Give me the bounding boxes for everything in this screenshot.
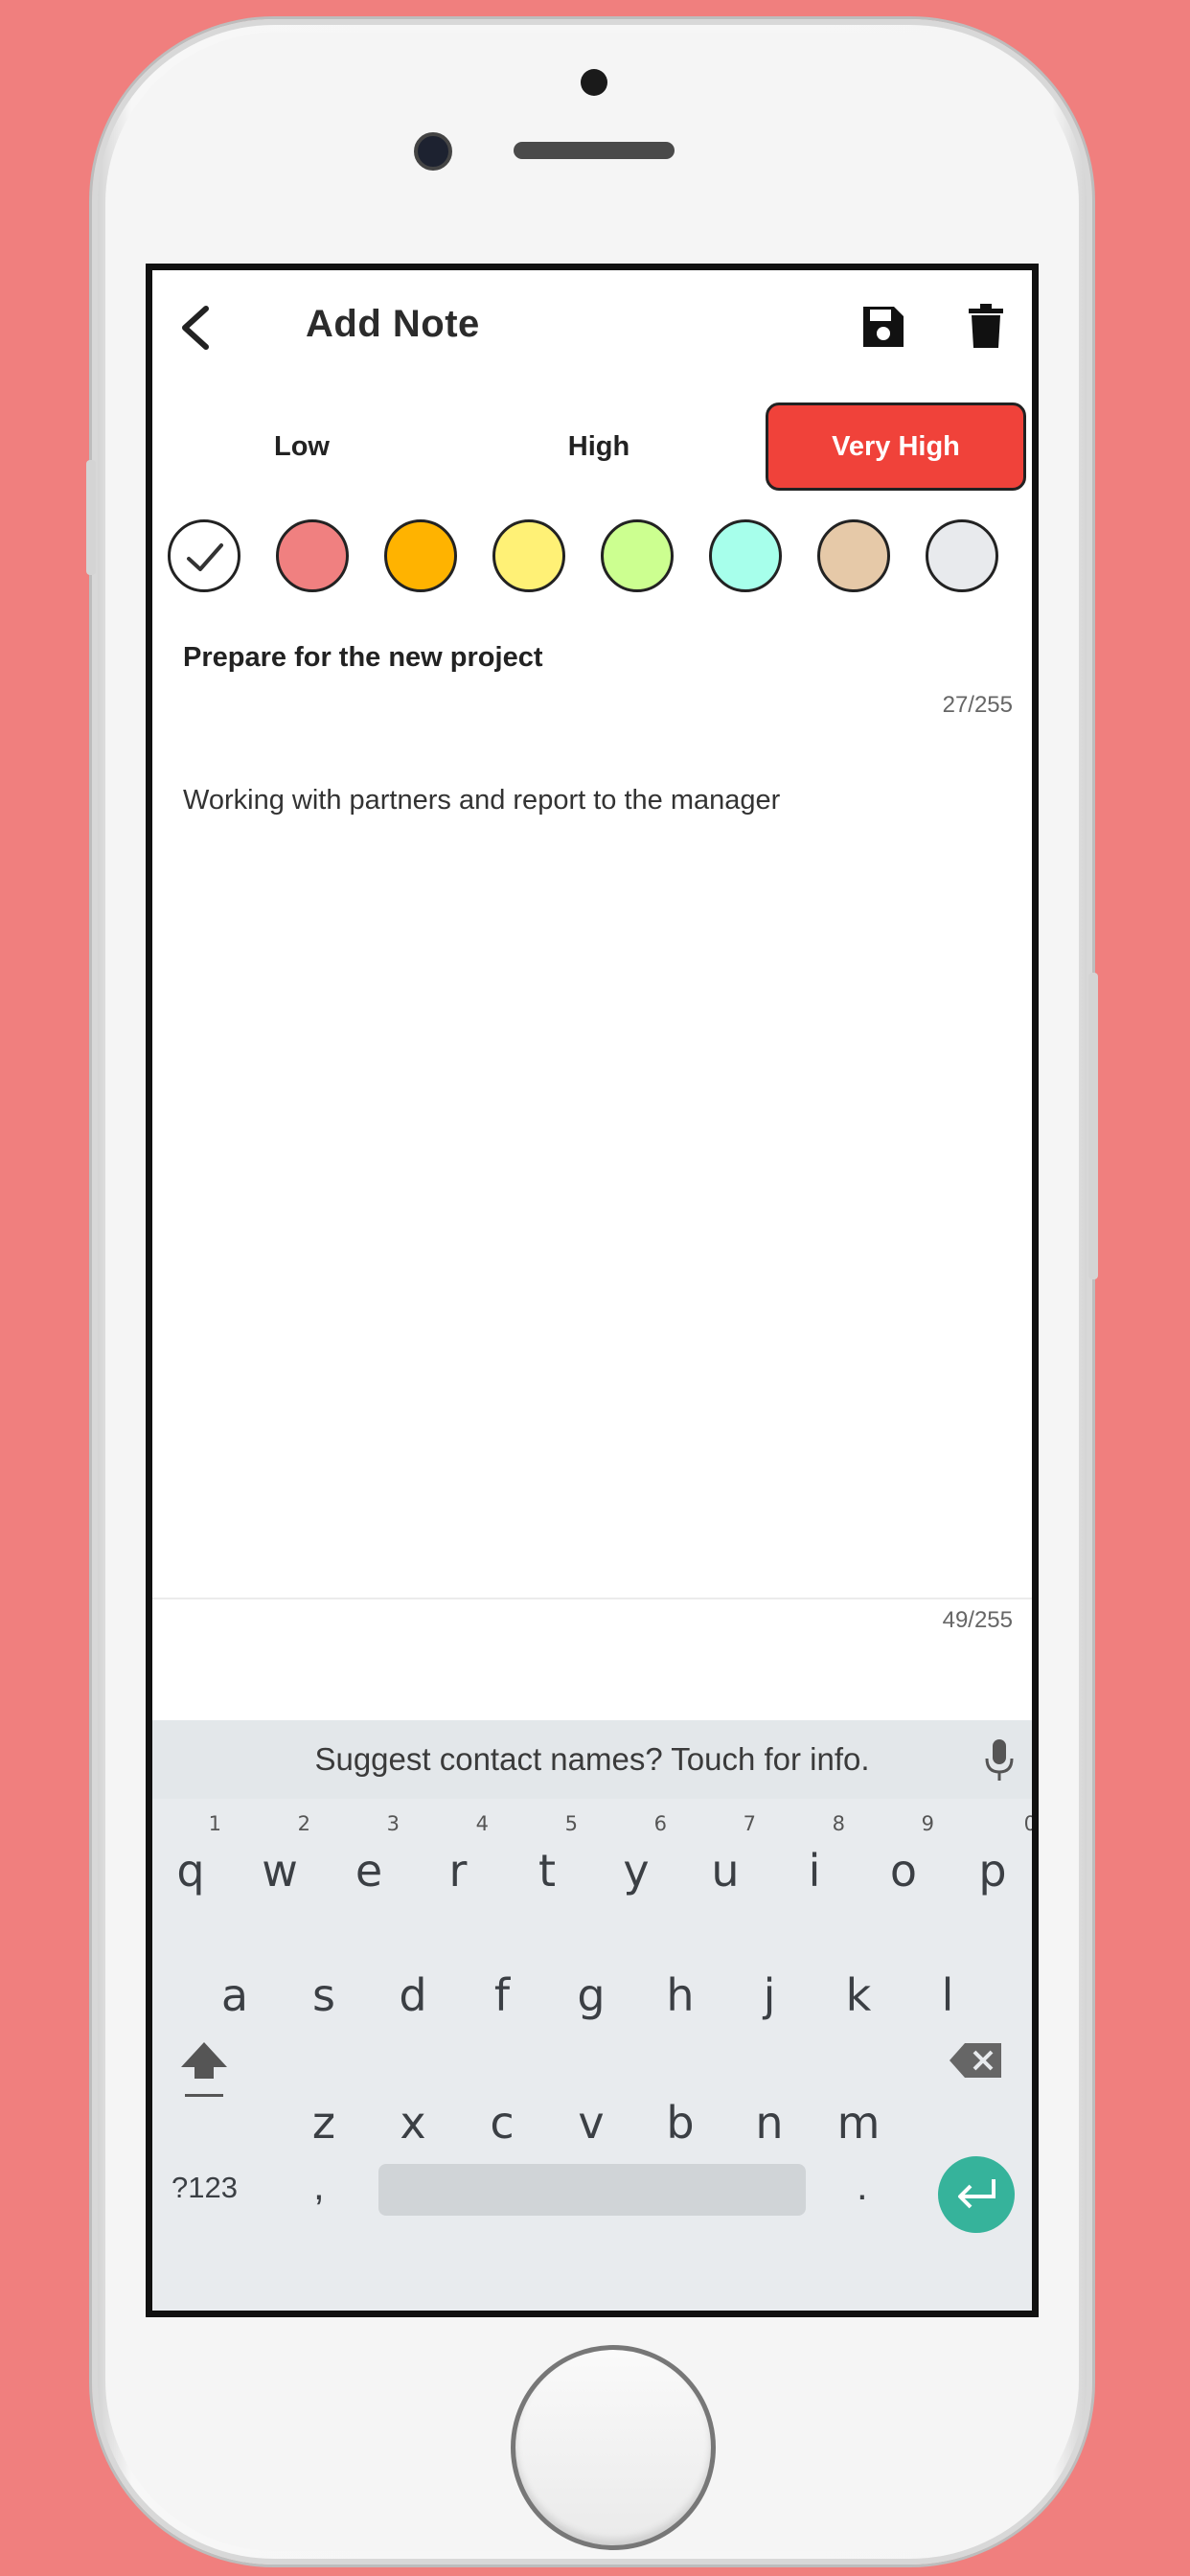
key-label: t [538,1845,557,1897]
suggestion-text[interactable]: Suggest contact names? Touch for info. [152,1741,1032,1778]
key-m[interactable]: m [820,2097,897,2149]
comma-key[interactable]: , [313,2163,325,2209]
key-j[interactable]: j [731,1969,808,2021]
key-e[interactable]: 3e [331,1812,407,1897]
note-title-input[interactable]: Prepare for the new project [183,642,543,674]
chevron-left-icon[interactable] [173,299,219,356]
key-l[interactable]: l [909,1969,986,2021]
key-p[interactable]: 0p [954,1812,1032,1897]
front-camera [581,69,607,96]
color-swatch-green[interactable] [601,519,674,592]
key-w[interactable]: 2w [241,1812,318,1897]
key-number-hint: 2 [297,1812,310,1835]
key-number-hint: 1 [208,1812,221,1835]
key-y[interactable]: 6y [598,1812,675,1897]
microphone-icon[interactable] [984,1737,1015,1783]
key-a[interactable]: a [196,1969,273,2021]
key-x[interactable]: x [375,2097,451,2149]
priority-selector: Low High Very High [152,402,1032,491]
key-label: p [978,1845,1007,1897]
priority-very-high-button[interactable]: Very High [766,402,1026,491]
side-button-right [1088,973,1098,1279]
color-swatch-gray[interactable] [926,519,998,592]
enter-key[interactable] [938,2156,1015,2233]
floppy-disk-icon[interactable] [861,305,905,349]
symbols-key[interactable]: ?123 [172,2171,238,2205]
camera-lens [414,132,452,171]
checkmark-icon [187,543,223,571]
color-swatch-orange[interactable] [384,519,457,592]
color-swatch-white[interactable] [168,519,240,592]
key-b[interactable]: b [642,2097,719,2149]
key-k[interactable]: k [820,1969,897,2021]
key-number-hint: 6 [653,1812,667,1835]
key-q[interactable]: 1q [152,1812,229,1897]
key-number-hint: 4 [475,1812,489,1835]
spacebar[interactable] [378,2164,806,2216]
key-z[interactable]: z [286,2097,362,2149]
backspace-icon[interactable] [948,2040,1005,2081]
side-button-left [86,460,96,575]
period-key[interactable]: . [857,2163,868,2209]
key-h[interactable]: h [642,1969,719,2021]
key-f[interactable]: f [464,1969,540,2021]
trash-icon[interactable] [967,303,1005,349]
title-char-count: 27/255 [942,692,1013,718]
key-d[interactable]: d [375,1969,451,2021]
key-c[interactable]: c [464,2097,540,2149]
key-number-hint: 0 [1023,1812,1037,1835]
page-title: Add Note [306,303,480,345]
key-number-hint: 7 [743,1812,756,1835]
soft-keyboard: Suggest contact names? Touch for info. 1… [152,1720,1032,2311]
key-g[interactable]: g [553,1969,629,2021]
divider [152,1598,1032,1599]
color-swatch-yellow[interactable] [492,519,565,592]
app-screen: Add Note Low High Very High Prepare for … [146,264,1039,2317]
key-n[interactable]: n [731,2097,808,2149]
key-v[interactable]: v [553,2097,629,2149]
color-swatch-tan[interactable] [817,519,890,592]
priority-low-button[interactable]: Low [172,402,432,491]
body-char-count: 49/255 [942,1607,1013,1633]
key-number-hint: 3 [386,1812,400,1835]
key-t[interactable]: 5t [509,1812,585,1897]
key-label: o [889,1845,918,1897]
color-swatch-red[interactable] [276,519,349,592]
color-picker [152,519,1032,596]
enter-icon [958,2179,995,2209]
key-number-hint: 5 [564,1812,578,1835]
priority-high-button[interactable]: High [469,402,729,491]
key-label: q [176,1845,205,1897]
suggestion-bar[interactable]: Suggest contact names? Touch for info. [152,1720,1032,1799]
home-button[interactable] [511,2345,716,2550]
key-s[interactable]: s [286,1969,362,2021]
key-label: y [623,1845,650,1897]
key-label: u [711,1845,740,1897]
key-r[interactable]: 4r [420,1812,496,1897]
app-header: Add Note [152,270,1032,385]
key-u[interactable]: 7u [687,1812,764,1897]
key-label: e [355,1845,383,1897]
key-o[interactable]: 9o [865,1812,942,1897]
key-label: r [448,1845,468,1897]
key-label: w [262,1845,298,1897]
color-swatch-teal[interactable] [709,519,782,592]
key-label: i [808,1845,821,1897]
key-i[interactable]: 8i [776,1812,853,1897]
key-number-hint: 8 [832,1812,845,1835]
earpiece-speaker [514,142,675,159]
shift-icon[interactable] [175,2036,233,2104]
key-number-hint: 9 [921,1812,934,1835]
note-body-input[interactable]: Working with partners and report to the … [183,785,780,816]
